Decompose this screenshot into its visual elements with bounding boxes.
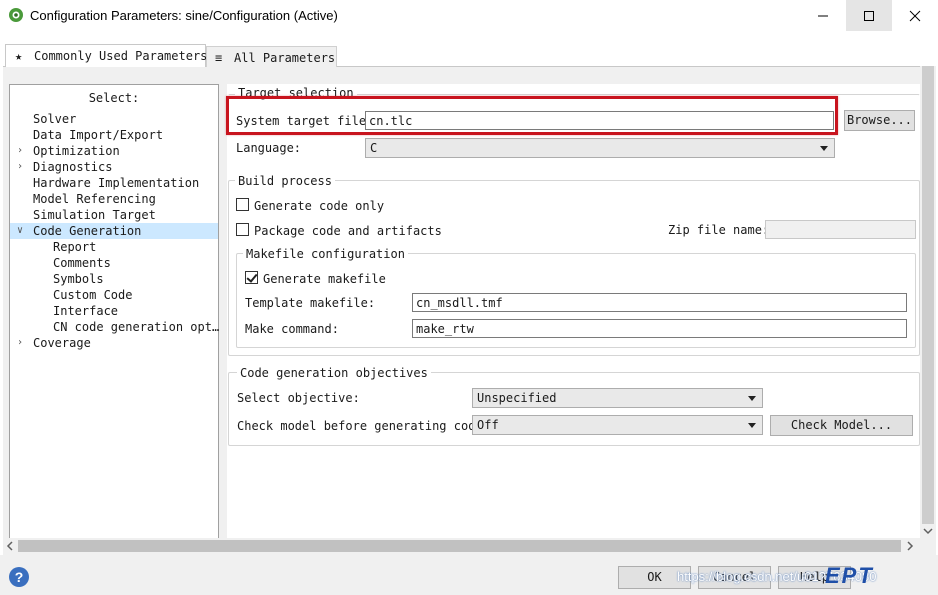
vertical-scrollbar-thumb[interactable] [922, 66, 934, 524]
tree-item-label: Coverage [33, 336, 91, 350]
horizontal-scrollbar-thumb[interactable] [18, 540, 901, 552]
highlight-annotation [226, 96, 838, 135]
tab-label: Commonly Used Parameters [34, 49, 208, 63]
tree-item-label: Report [53, 240, 97, 254]
make-command-label: Make command: [245, 322, 339, 336]
template-makefile-label: Template makefile: [245, 296, 376, 310]
minimize-icon [818, 15, 828, 16]
tree-item[interactable]: › Diagnostics [10, 159, 218, 175]
language-label: Language: [236, 141, 302, 155]
close-button[interactable] [892, 0, 938, 31]
objectives-title: Code generation objectives [237, 366, 431, 380]
tree-item[interactable]: Interface [10, 303, 218, 319]
build-process-title: Build process [235, 174, 335, 188]
template-makefile-input[interactable]: cn_msdll.tmf [412, 293, 907, 312]
scroll-left-icon[interactable] [5, 540, 15, 552]
tree-item[interactable]: ∨ Code Generation [10, 223, 218, 239]
help-icon[interactable]: ? [9, 567, 29, 587]
tree-item[interactable]: Symbols [10, 271, 218, 287]
tree-item-label: Interface [53, 304, 119, 318]
browse-button[interactable]: Browse... [844, 110, 915, 131]
star-icon: ★ [15, 49, 23, 63]
language-value: C [370, 141, 378, 155]
tree-item-label: Model Referencing [33, 192, 156, 206]
select-objective-value: Unspecified [477, 391, 557, 405]
tree-item[interactable]: Custom Code [10, 287, 218, 303]
tree-item-label: Symbols [53, 272, 104, 286]
chevron-right-icon[interactable]: › [17, 335, 27, 351]
chevron-down-icon [820, 146, 828, 151]
tree-item[interactable]: Solver [10, 111, 218, 127]
select-objective-label: Select objective: [237, 391, 360, 405]
generate-code-only-checkbox[interactable] [236, 198, 249, 211]
generate-makefile-label: Generate makefile [263, 272, 386, 286]
tree-title: Select: [88, 91, 140, 105]
generate-makefile-checkbox[interactable] [245, 271, 258, 284]
chevron-down-icon[interactable]: ∨ [17, 223, 27, 239]
tree-item-label: Solver [33, 112, 77, 126]
tree-item-label: Simulation Target [33, 208, 156, 222]
parameters-panel: Target selection System target file: cn.… [227, 84, 920, 538]
chevron-down-icon [748, 423, 756, 428]
tab-all-parameters[interactable]: ≡ All Parameters [206, 46, 337, 67]
tree-item[interactable]: › Optimization [10, 143, 218, 159]
tree-item-label: Data Import/Export [33, 128, 164, 142]
simulink-app-icon [9, 8, 23, 22]
check-model-value: Off [477, 418, 499, 432]
scroll-right-icon[interactable] [905, 540, 915, 552]
tree-item-label: Comments [53, 256, 111, 270]
chevron-down-icon [748, 396, 756, 401]
tree-item[interactable]: › Coverage [10, 335, 218, 351]
tree-item[interactable]: Simulation Target [10, 207, 218, 223]
chevron-right-icon[interactable]: › [17, 143, 27, 159]
check-model-label: Check model before generating code: [237, 419, 490, 433]
scroll-down-icon[interactable] [922, 526, 934, 536]
category-tree[interactable]: Select: Solver Data Import/Export › Optimiz… [9, 84, 219, 540]
package-code-label: Package code and artifacts [254, 224, 442, 238]
close-icon [909, 10, 921, 21]
tree-item[interactable]: Model Referencing [10, 191, 218, 207]
check-model-button[interactable]: Check Model... [770, 415, 913, 436]
tab-commonly-used-parameters[interactable]: ★ Commonly Used Parameters [5, 44, 208, 67]
maximize-icon [864, 10, 874, 21]
generate-code-only-label: Generate code only [254, 199, 385, 213]
tree-item-label: Custom Code [53, 288, 133, 302]
tree-item-label: Optimization [33, 144, 120, 158]
makefile-configuration-title: Makefile configuration [243, 247, 408, 261]
chevron-right-icon[interactable]: › [17, 159, 27, 175]
tree-item[interactable]: Comments [10, 255, 218, 271]
check-model-dropdown[interactable]: Off [472, 415, 763, 435]
tree-item-label: Hardware Implementation [33, 176, 200, 190]
tree-item-label: Diagnostics [33, 160, 113, 174]
tree-item-label: CN code generation opt… [53, 320, 220, 334]
list-icon: ≡ [215, 51, 223, 65]
language-select[interactable]: C [365, 138, 835, 158]
make-command-input[interactable]: make_rtw [412, 319, 907, 338]
watermark-logo: EPT [825, 563, 874, 588]
maximize-button[interactable] [846, 0, 892, 31]
zip-file-label: Zip file name: [668, 223, 770, 237]
tree-item[interactable]: CN code generation opt… [10, 319, 220, 335]
window-title: Configuration Parameters: sine/Configura… [30, 8, 338, 23]
tree-item[interactable]: Hardware Implementation [10, 175, 218, 191]
zip-file-input[interactable] [765, 220, 916, 239]
package-code-checkbox[interactable] [236, 223, 249, 236]
tree-item-label: Code Generation [33, 224, 142, 238]
tree-item[interactable]: Data Import/Export [10, 127, 218, 143]
tab-label: All Parameters [234, 51, 336, 65]
tree-item[interactable]: Report [10, 239, 218, 255]
minimize-button[interactable] [800, 0, 846, 31]
select-objective-dropdown[interactable]: Unspecified [472, 388, 763, 408]
